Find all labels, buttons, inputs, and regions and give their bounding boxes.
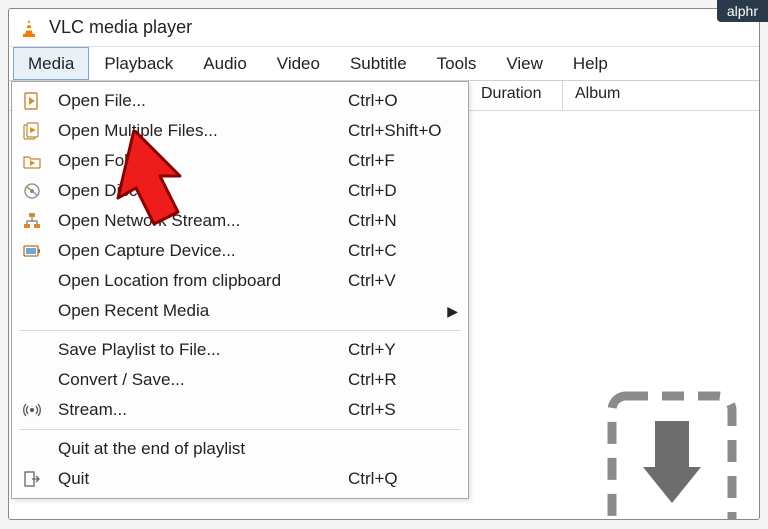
blank-icon (20, 439, 44, 459)
menu-subtitle[interactable]: Subtitle (335, 47, 422, 80)
menu-item-label: Open Recent Media (58, 301, 336, 321)
menu-playback[interactable]: Playback (89, 47, 188, 80)
menu-item-shortcut: Ctrl+V (348, 271, 458, 291)
files-play-icon (20, 121, 44, 141)
col-duration[interactable]: Duration (469, 81, 563, 110)
menu-open-capture-device[interactable]: Open Capture Device... Ctrl+C (14, 236, 466, 266)
menu-separator (20, 429, 460, 430)
menu-item-label: Open Folder... (58, 151, 348, 171)
menu-convert-save[interactable]: Convert / Save... Ctrl+R (14, 365, 466, 395)
menu-item-label: Open Multiple Files... (58, 121, 348, 141)
title-bar: VLC media player (9, 9, 759, 47)
menu-item-shortcut: Ctrl+S (348, 400, 458, 420)
menu-item-label: Quit at the end of playlist (58, 439, 348, 459)
menu-item-shortcut: Ctrl+D (348, 181, 458, 201)
menu-item-label: Quit (58, 469, 348, 489)
window-title: VLC media player (49, 17, 192, 38)
menu-media[interactable]: Media (13, 47, 89, 80)
menu-open-folder[interactable]: Open Folder... Ctrl+F (14, 146, 466, 176)
exit-icon (20, 469, 44, 489)
menu-open-recent-media[interactable]: Open Recent Media ▶ (14, 296, 466, 326)
menu-tools[interactable]: Tools (422, 47, 492, 80)
disc-icon (20, 181, 44, 201)
stream-icon (20, 400, 44, 420)
menu-item-shortcut: Ctrl+Shift+O (348, 121, 458, 141)
menu-item-shortcut: Ctrl+Y (348, 340, 458, 360)
media-menu-dropdown: Open File... Ctrl+O Open Multiple Files.… (11, 81, 469, 499)
menu-item-shortcut: Ctrl+N (348, 211, 458, 231)
app-window: VLC media player Media Playback Audio Vi… (8, 8, 760, 520)
menu-video[interactable]: Video (262, 47, 335, 80)
playlist-dropzone-icon[interactable] (607, 391, 737, 519)
vlc-cone-icon (19, 18, 39, 38)
blank-icon (20, 301, 44, 321)
menu-item-label: Open Location from clipboard (58, 271, 348, 291)
folder-play-icon (20, 151, 44, 171)
watermark-badge: alphr (717, 0, 768, 22)
menu-open-network-stream[interactable]: Open Network Stream... Ctrl+N (14, 206, 466, 236)
menu-quit-at-end[interactable]: Quit at the end of playlist (14, 434, 466, 464)
menu-open-location-clipboard[interactable]: Open Location from clipboard Ctrl+V (14, 266, 466, 296)
menu-audio[interactable]: Audio (188, 47, 261, 80)
submenu-arrow-icon: ▶ (446, 303, 458, 320)
menu-quit[interactable]: Quit Ctrl+Q (14, 464, 466, 494)
menu-item-label: Open Network Stream... (58, 211, 348, 231)
menu-item-shortcut: Ctrl+Q (348, 469, 458, 489)
capture-device-icon (20, 241, 44, 261)
menu-item-label: Open Capture Device... (58, 241, 348, 261)
file-play-icon (20, 91, 44, 111)
menu-item-label: Open File... (58, 91, 348, 111)
menu-view[interactable]: View (491, 47, 558, 80)
menu-open-multiple-files[interactable]: Open Multiple Files... Ctrl+Shift+O (14, 116, 466, 146)
menu-item-label: Save Playlist to File... (58, 340, 348, 360)
col-album[interactable]: Album (563, 81, 759, 110)
blank-icon (20, 271, 44, 291)
menu-open-file[interactable]: Open File... Ctrl+O (14, 86, 466, 116)
menu-save-playlist[interactable]: Save Playlist to File... Ctrl+Y (14, 335, 466, 365)
blank-icon (20, 340, 44, 360)
menu-item-shortcut: Ctrl+O (348, 91, 458, 111)
menu-open-disc[interactable]: Open Disc... Ctrl+D (14, 176, 466, 206)
menu-item-label: Stream... (58, 400, 348, 420)
menu-bar: Media Playback Audio Video Subtitle Tool… (9, 47, 759, 81)
menu-item-shortcut: Ctrl+R (348, 370, 458, 390)
menu-item-shortcut: Ctrl+F (348, 151, 458, 171)
menu-item-label: Open Disc... (58, 181, 348, 201)
network-icon (20, 211, 44, 231)
menu-help[interactable]: Help (558, 47, 623, 80)
menu-item-label: Convert / Save... (58, 370, 348, 390)
menu-stream[interactable]: Stream... Ctrl+S (14, 395, 466, 425)
menu-item-shortcut: Ctrl+C (348, 241, 458, 261)
blank-icon (20, 370, 44, 390)
menu-separator (20, 330, 460, 331)
